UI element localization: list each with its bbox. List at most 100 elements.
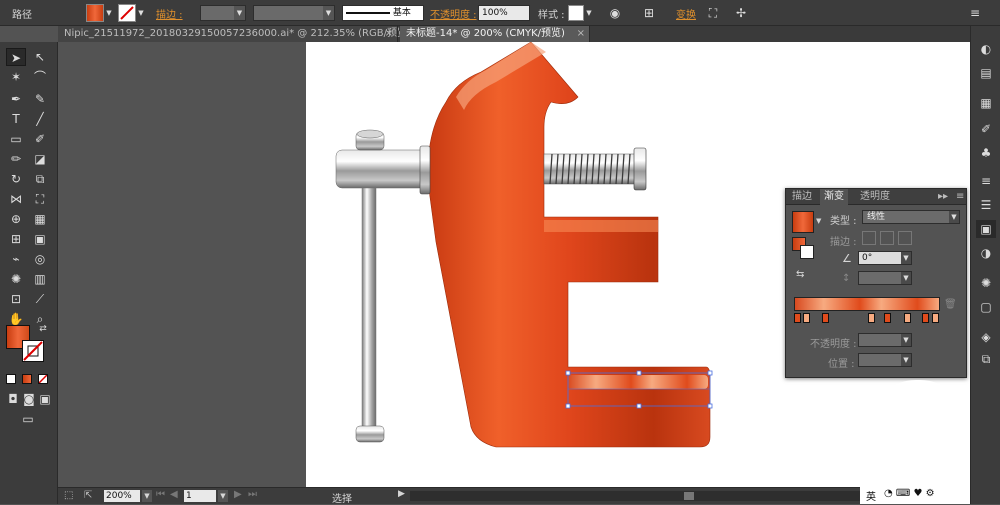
panel-menu-icon[interactable]: ≡ — [952, 189, 968, 205]
collapse-icon[interactable]: ▸▸ — [934, 189, 952, 205]
share-icon[interactable]: ⬚ — [64, 490, 73, 501]
brushes-icon[interactable]: ✐ — [976, 120, 996, 138]
align-panel-icon[interactable]: ☰ — [976, 196, 996, 214]
type-tool-icon[interactable]: T — [6, 110, 26, 128]
paintbrush-icon[interactable]: ✐ — [30, 130, 50, 148]
chevron-down-icon[interactable]: ▼ — [136, 4, 146, 22]
stroke-indicator[interactable] — [800, 245, 814, 259]
scrollbar-thumb[interactable] — [684, 492, 694, 500]
tab-stroke[interactable]: 描边 — [788, 189, 816, 205]
magic-wand-icon[interactable]: ✶ — [6, 68, 26, 86]
symbol-sprayer-icon[interactable]: ✺ — [6, 270, 26, 288]
screen-mode-icon[interactable]: ▭ — [18, 410, 38, 428]
shape-builder-icon[interactable]: ⊕ — [6, 210, 26, 228]
stroke-along-icon[interactable] — [880, 231, 894, 245]
appearance-icon[interactable]: ✺ — [976, 274, 996, 292]
artboards-icon[interactable]: ⧉ — [976, 350, 996, 368]
stroke-weight-dropdown[interactable]: ▼ — [200, 5, 246, 21]
stroke-across-icon[interactable] — [898, 231, 912, 245]
color-stop[interactable] — [922, 313, 929, 323]
stroke-color-box[interactable] — [22, 340, 44, 362]
tab-gradient[interactable]: 渐变 — [820, 189, 848, 205]
swap-colors-icon[interactable]: ⇄ — [36, 322, 50, 336]
selection-tool-icon[interactable]: ➤ — [6, 48, 26, 66]
chevron-down-icon[interactable]: ▼ — [218, 490, 228, 502]
color-stop[interactable] — [803, 313, 810, 323]
color-mode-icon[interactable] — [6, 374, 16, 384]
angle-field[interactable]: 0° ▼ — [858, 251, 912, 265]
prev-page-icon[interactable]: ◀ — [170, 489, 178, 500]
curvature-tool-icon[interactable]: ✎ — [30, 90, 50, 108]
slice-tool-icon[interactable]: ⟋ — [30, 290, 50, 308]
color-stop[interactable] — [884, 313, 891, 323]
chevron-down-icon[interactable]: ▼ — [104, 4, 114, 22]
draw-inside-icon[interactable]: ▣ — [38, 390, 52, 408]
ime-indicator[interactable]: 英 — [866, 488, 876, 503]
gradient-mode-icon[interactable] — [22, 374, 32, 384]
gradient-panel-icon[interactable]: ▣ — [976, 220, 996, 238]
chevron-down-icon[interactable]: ▼ — [816, 217, 821, 225]
gradient-slider[interactable] — [794, 297, 940, 311]
layers-icon[interactable]: ◈ — [976, 328, 996, 346]
gradient-type-dropdown[interactable]: 线性 ▼ — [862, 210, 960, 224]
stop-opacity-field[interactable]: ▼ — [858, 333, 912, 347]
graph-tool-icon[interactable]: ▥ — [30, 270, 50, 288]
stop-location-field[interactable]: ▼ — [858, 353, 912, 367]
draw-behind-icon[interactable]: ◙ — [22, 390, 36, 408]
color-stop[interactable] — [868, 313, 875, 323]
color-stop[interactable] — [794, 313, 801, 323]
direct-selection-tool-icon[interactable]: ↖ — [30, 48, 50, 66]
swatches-icon[interactable]: ▦ — [976, 94, 996, 112]
gradient-preview-swatch[interactable] — [792, 211, 814, 233]
recolor-icon[interactable]: ◉ — [606, 4, 624, 22]
rectangle-tool-icon[interactable]: ▭ — [6, 130, 26, 148]
pencil-tool-icon[interactable]: ✏ — [6, 150, 26, 168]
blend-tool-icon[interactable]: ◎ — [30, 250, 50, 268]
close-icon[interactable]: × — [577, 26, 585, 42]
color-guide-icon[interactable]: ▤ — [976, 64, 996, 82]
mesh-tool-icon[interactable]: ⊞ — [6, 230, 26, 248]
status-menu-arrow-icon[interactable]: ▶ — [398, 489, 405, 499]
scale-tool-icon[interactable]: ⧉ — [30, 170, 50, 188]
brush-profile-field[interactable]: 基本 — [342, 5, 424, 21]
stroke-panel-icon[interactable]: ≡ — [976, 172, 996, 190]
last-page-icon[interactable]: ⏭ — [248, 489, 257, 500]
reverse-gradient-icon[interactable]: ⇆ — [796, 269, 804, 280]
tab-transparency[interactable]: 透明度 — [856, 189, 894, 205]
first-page-icon[interactable]: ⏮ — [156, 489, 165, 500]
symbols-icon[interactable]: ♣ — [976, 144, 996, 162]
align-icon[interactable]: ⊞ — [640, 4, 658, 22]
fill-swatch[interactable] — [86, 4, 104, 22]
pen-tool-icon[interactable]: ✒ — [6, 90, 26, 108]
export-icon[interactable]: ⇱ — [84, 490, 92, 501]
color-stop[interactable] — [822, 313, 829, 323]
delete-stop-icon[interactable]: 🗑 — [944, 299, 957, 310]
shape-mode-icon[interactable]: ✢ — [732, 4, 750, 22]
transform-link[interactable]: 变换 — [676, 6, 696, 21]
chevron-down-icon[interactable]: ▼ — [584, 4, 594, 22]
draw-normal-icon[interactable]: ◘ — [6, 390, 20, 408]
opacity-field[interactable]: 100% — [478, 5, 530, 21]
opacity-link[interactable]: 不透明度 : — [430, 6, 477, 21]
lasso-icon[interactable]: ⌒ — [30, 68, 50, 86]
eraser-icon[interactable]: ◪ — [30, 150, 50, 168]
width-tool-icon[interactable]: ⋈ — [6, 190, 26, 208]
tab-document-nipic[interactable]: Nipic_21511972_20180329150057236000.ai* … — [58, 26, 411, 42]
artboard-tool-icon[interactable]: ⊡ — [6, 290, 26, 308]
tray-icons[interactable]: ◔ ⌨ ♥ ⚙ — [884, 488, 935, 499]
stroke-swatch[interactable] — [118, 4, 136, 22]
page-field[interactable]: 1 — [184, 490, 216, 502]
panel-menu-icon[interactable]: ≡ — [966, 4, 984, 22]
next-page-icon[interactable]: ▶ — [234, 489, 242, 500]
gradient-tool-icon[interactable]: ▣ — [30, 230, 50, 248]
free-transform-icon[interactable]: ⛶ — [30, 190, 50, 208]
variable-width-dropdown[interactable]: ▼ — [253, 5, 335, 21]
stroke-link[interactable]: 描边 : — [156, 6, 183, 21]
isolate-icon[interactable]: ⛶ — [704, 4, 722, 22]
transparency-icon[interactable]: ◑ — [976, 244, 996, 262]
graphic-styles-icon[interactable]: ▢ — [976, 298, 996, 316]
line-tool-icon[interactable]: ╱ — [30, 110, 50, 128]
color-stop[interactable] — [904, 313, 911, 323]
stroke-within-icon[interactable] — [862, 231, 876, 245]
graphic-style-swatch[interactable] — [568, 5, 584, 21]
